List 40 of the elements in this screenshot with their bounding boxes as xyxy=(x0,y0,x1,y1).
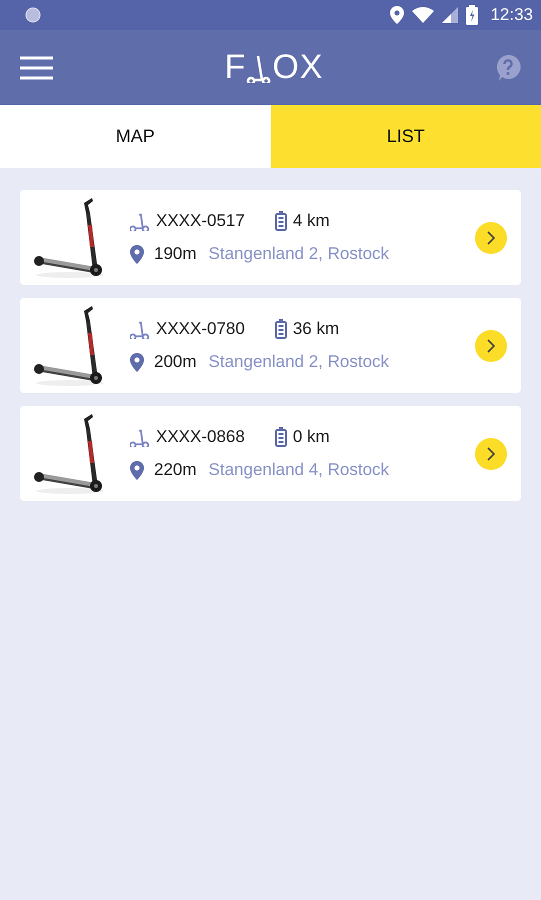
distance-text: 220m xyxy=(154,460,197,480)
location-pin-icon xyxy=(130,460,144,480)
location-icon xyxy=(390,6,404,24)
wifi-icon xyxy=(412,7,434,23)
range-text: 4 km xyxy=(292,211,330,231)
scooter-card[interactable]: XXXX-0517 4 km 190m Stangenland 2, Rostock xyxy=(20,190,521,285)
range-text: 0 km xyxy=(292,427,330,447)
battery-icon xyxy=(274,427,287,447)
details-button[interactable] xyxy=(475,222,507,254)
chevron-right-icon xyxy=(485,338,497,352)
app-logo: F OX xyxy=(224,48,324,87)
scooter-icon xyxy=(130,319,150,339)
details-button[interactable] xyxy=(475,438,507,470)
scooter-card[interactable]: XXXX-0780 36 km 200m Stangenland 2, Rostock xyxy=(20,298,521,393)
address-text: Stangenland 2, Rostock xyxy=(208,352,390,372)
battery-icon xyxy=(274,211,287,231)
scooter-card[interactable]: XXXX-0868 0 km 220m Stangenland 4, Rostock xyxy=(20,406,521,501)
tab[interactable]: LIST xyxy=(270,105,541,168)
details-button[interactable] xyxy=(475,330,507,362)
scooter-icon xyxy=(130,427,150,447)
notification-icon xyxy=(25,7,41,23)
distance-text: 200m xyxy=(154,352,197,372)
signal-icon xyxy=(442,7,458,23)
status-time: 12:33 xyxy=(490,5,533,25)
menu-icon[interactable] xyxy=(20,56,53,80)
scooter-id: XXXX-0517 xyxy=(156,211,245,231)
address-text: Stangenland 4, Rostock xyxy=(208,460,390,480)
address-text: Stangenland 2, Rostock xyxy=(208,244,390,264)
location-pin-icon xyxy=(130,352,144,372)
location-pin-icon xyxy=(130,244,144,264)
chevron-right-icon xyxy=(485,230,497,244)
scooter-id: XXXX-0780 xyxy=(156,319,245,339)
distance-text: 190m xyxy=(154,244,197,264)
battery-icon xyxy=(274,319,287,339)
scooter-icon xyxy=(130,211,150,231)
battery-icon xyxy=(466,5,478,25)
scooter-id: XXXX-0868 xyxy=(156,427,245,447)
chevron-right-icon xyxy=(485,446,497,460)
tab[interactable]: MAP xyxy=(0,105,270,168)
range-text: 36 km xyxy=(292,319,340,339)
